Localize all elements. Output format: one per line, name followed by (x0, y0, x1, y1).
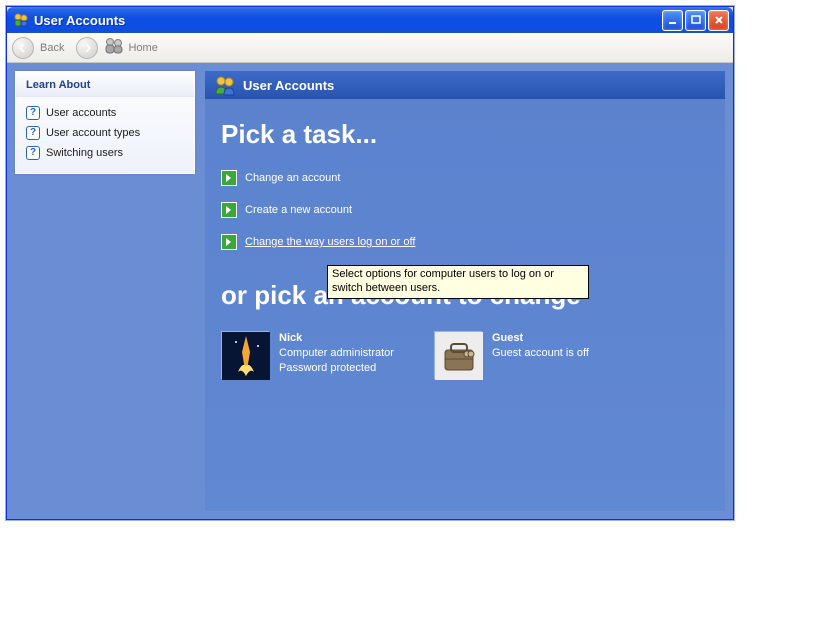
main-content: Pick a task... Change an account Create … (205, 99, 725, 395)
account-status: Password protected (279, 361, 394, 376)
home-users-icon (104, 37, 124, 58)
help-icon: ? (26, 106, 40, 120)
back-label[interactable]: Back (40, 42, 64, 54)
task-create-account[interactable]: Create a new account (221, 202, 709, 218)
account-name: Guest (492, 331, 589, 346)
panel-title: Learn About (16, 72, 194, 97)
main-panel: User Accounts Pick a task... Change an a… (205, 71, 725, 511)
account-role: Computer administrator (279, 346, 394, 361)
learn-item-label: Switching users (46, 147, 123, 159)
user-accounts-window: User Accounts Back (6, 6, 734, 520)
learn-item-account-types[interactable]: ? User account types (26, 123, 184, 143)
account-status: Guest account is off (492, 346, 589, 361)
users-app-icon (13, 12, 29, 28)
nav-toolbar: Back Home (7, 33, 733, 63)
pick-task-heading: Pick a task... (221, 119, 709, 150)
sidebar: Learn About ? User accounts ? User accou… (15, 71, 195, 511)
window-title: User Accounts (34, 13, 660, 28)
learn-about-panel: Learn About ? User accounts ? User accou… (15, 71, 195, 174)
task-label: Change an account (245, 172, 340, 184)
task-label: Create a new account (245, 204, 352, 216)
learn-item-label: User accounts (46, 107, 116, 119)
learn-item-user-accounts[interactable]: ? User accounts (26, 103, 184, 123)
task-change-account[interactable]: Change an account (221, 170, 709, 186)
home-button[interactable]: Home (104, 37, 163, 58)
main-header: User Accounts (205, 71, 725, 99)
arrow-right-icon (221, 202, 237, 218)
help-icon: ? (26, 146, 40, 160)
account-guest[interactable]: Guest Guest account is off (434, 331, 589, 379)
forward-button[interactable] (76, 37, 98, 59)
account-nick[interactable]: Nick Computer administrator Password pro… (221, 331, 394, 379)
titlebar: User Accounts (7, 7, 733, 33)
main-header-title: User Accounts (243, 78, 334, 93)
task-change-logon[interactable]: Change the way users log on or off (221, 234, 709, 250)
task-label: Change the way users log on or off (245, 236, 415, 248)
minimize-button[interactable] (662, 10, 683, 31)
learn-item-switching-users[interactable]: ? Switching users (26, 143, 184, 163)
users-header-icon (213, 74, 235, 96)
arrow-right-icon (221, 170, 237, 186)
content-frame: Learn About ? User accounts ? User accou… (7, 63, 733, 519)
arrow-right-icon (221, 234, 237, 250)
help-icon: ? (26, 126, 40, 140)
maximize-button[interactable] (685, 10, 706, 31)
account-name: Nick (279, 331, 394, 346)
home-label: Home (128, 42, 157, 54)
back-button[interactable] (12, 37, 34, 59)
account-avatar (221, 331, 269, 379)
close-button[interactable] (708, 10, 729, 31)
learn-item-label: User account types (46, 127, 140, 139)
account-avatar (434, 331, 482, 379)
tooltip: Select options for computer users to log… (327, 265, 589, 299)
